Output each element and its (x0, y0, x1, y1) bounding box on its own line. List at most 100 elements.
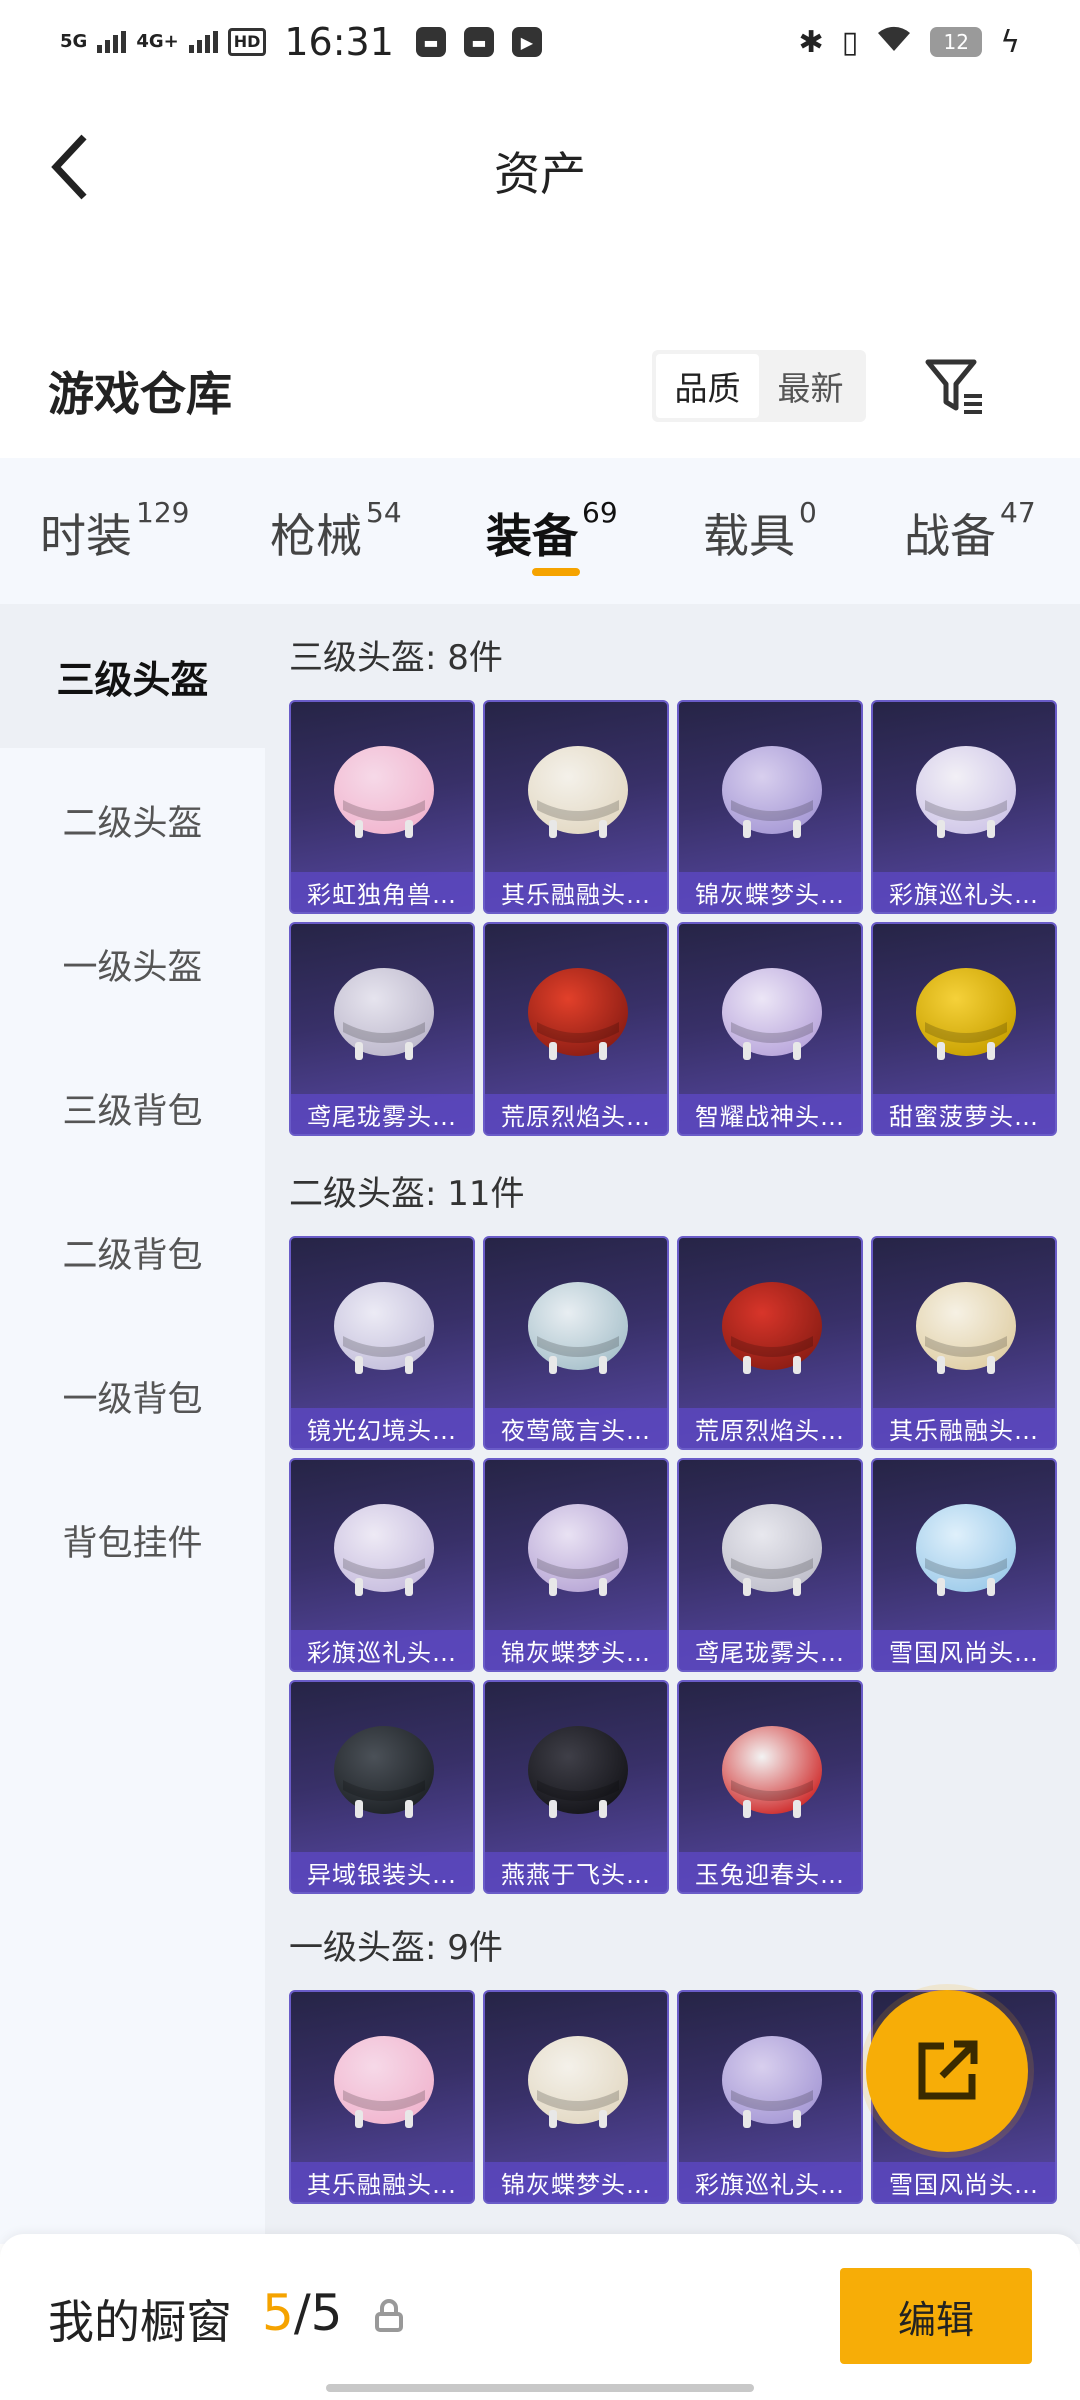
group-title-level3: 三级头盔: 8件 (289, 638, 503, 678)
item-label: 鸢尾珑雾头… (679, 1630, 861, 1670)
helmet-icon (321, 1260, 447, 1386)
helmet-icon (709, 2014, 835, 2140)
home-indicator (326, 2384, 754, 2392)
helmet-icon (903, 946, 1029, 1072)
status-right: ✱ ▯ 12 ϟ (799, 23, 1020, 61)
item-label: 彩旗巡礼头… (291, 1630, 473, 1670)
share-fab[interactable] (866, 1990, 1028, 2152)
side-item-level3-helmet[interactable]: 三级头盔 (0, 604, 265, 748)
helmet-icon (515, 946, 641, 1072)
showcase-current: 5 (262, 2284, 294, 2342)
item-label: 荒原烈焰头… (485, 1094, 667, 1134)
item-card[interactable]: 燕燕于飞头… (483, 1680, 669, 1894)
signal-icon-2 (188, 31, 218, 53)
helmet-icon (903, 1260, 1029, 1386)
showcase-total: /5 (293, 2284, 343, 2342)
helmet-icon (321, 724, 447, 850)
bluetooth-icon: ✱ (798, 24, 824, 60)
helmet-icon (321, 946, 447, 1072)
side-item-level3-backpack[interactable]: 三级背包 (0, 1036, 265, 1180)
vibrate-icon: ▯ (841, 24, 859, 60)
helmet-icon (515, 1260, 641, 1386)
helmet-icon (321, 1704, 447, 1830)
tab-supplies[interactable]: 战备 47 (904, 496, 1036, 566)
helmet-icon (515, 724, 641, 850)
edit-button[interactable]: 编辑 (840, 2268, 1032, 2364)
tab-label: 战备 (904, 509, 996, 563)
item-label: 其乐融融头… (291, 2162, 473, 2202)
tab-count: 54 (366, 496, 402, 529)
tab-count: 69 (582, 496, 618, 529)
item-card[interactable]: 雪国风尚头… (871, 1458, 1057, 1672)
status-bar: 5G 4G+ HD 16:31 ▬ ▬ ▶ ✱ ▯ 12 ϟ (0, 0, 1080, 84)
item-card[interactable]: 锦灰蝶梦头… (483, 1990, 669, 2204)
item-card[interactable]: 彩旗巡礼头… (289, 1458, 475, 1672)
item-label: 锦灰蝶梦头… (485, 1630, 667, 1670)
item-card[interactable]: 智耀战神头… (677, 922, 863, 1136)
tab-fashion[interactable]: 时装 129 (40, 496, 189, 566)
network-5g-label: 5G (60, 31, 88, 52)
item-card[interactable]: 异域银装头… (289, 1680, 475, 1894)
item-card[interactable]: 甜蜜菠萝头… (871, 922, 1057, 1136)
item-card[interactable]: 镜光幻境头… (289, 1236, 475, 1450)
item-card[interactable]: 锦灰蝶梦头… (483, 1458, 669, 1672)
item-card[interactable]: 其乐融融头… (871, 1236, 1057, 1450)
side-item-level1-backpack[interactable]: 一级背包 (0, 1324, 265, 1468)
item-label: 彩旗巡礼头… (679, 2162, 861, 2202)
item-card[interactable]: 荒原烈焰头… (483, 922, 669, 1136)
tab-count: 47 (1000, 496, 1036, 529)
lock-icon (375, 2299, 403, 2332)
tab-label: 装备 (486, 509, 578, 563)
tab-count: 129 (136, 496, 190, 529)
sort-newest-button[interactable]: 最新 (759, 354, 862, 418)
helmet-icon (709, 1482, 835, 1608)
side-item-level2-backpack[interactable]: 二级背包 (0, 1180, 265, 1324)
item-label: 镜光幻境头… (291, 1408, 473, 1448)
item-label: 雪国风尚头… (873, 1630, 1055, 1670)
item-card[interactable]: 其乐融融头… (289, 1990, 475, 2204)
notification-app-icon-2: ▬ (463, 27, 494, 57)
item-card[interactable]: 夜莺箴言头… (483, 1236, 669, 1450)
item-card[interactable]: 彩虹独角兽… (289, 700, 475, 914)
item-label: 锦灰蝶梦头… (679, 872, 861, 912)
item-label: 燕燕于飞头… (485, 1852, 667, 1892)
charging-icon: ϟ (1000, 24, 1020, 60)
item-card[interactable]: 其乐融融头… (483, 700, 669, 914)
side-item-level1-helmet[interactable]: 一级头盔 (0, 892, 265, 1036)
tab-weapons[interactable]: 枪械 54 (270, 496, 402, 566)
side-item-backpack-charm[interactable]: 背包挂件 (0, 1468, 265, 1612)
sort-quality-button[interactable]: 品质 (656, 354, 759, 418)
filter-button[interactable] (920, 352, 990, 422)
item-card[interactable]: 彩旗巡礼头… (677, 1990, 863, 2204)
item-card[interactable]: 玉兔迎春头… (677, 1680, 863, 1894)
item-card[interactable]: 锦灰蝶梦头… (677, 700, 863, 914)
helmet-icon (321, 2014, 447, 2140)
item-card[interactable]: 彩旗巡礼头… (871, 700, 1057, 914)
sort-toggle: 品质 最新 (652, 350, 866, 422)
item-label: 彩旗巡礼头… (873, 872, 1055, 912)
hd-icon: HD (227, 28, 267, 56)
side-item-level2-helmet[interactable]: 二级头盔 (0, 748, 265, 892)
status-left: 5G 4G+ HD 16:31 ▬ ▬ ▶ (60, 20, 542, 64)
item-card[interactable]: 荒原烈焰头… (677, 1236, 863, 1450)
tab-label: 枪械 (270, 509, 362, 563)
item-label: 夜莺箴言头… (485, 1408, 667, 1448)
item-label: 其乐融融头… (873, 1408, 1055, 1448)
helmet-icon (709, 1260, 835, 1386)
item-label: 锦灰蝶梦头… (485, 2162, 667, 2202)
group-title-level2: 二级头盔: 11件 (289, 1174, 525, 1214)
item-label: 彩虹独角兽… (291, 872, 473, 912)
group-title-level1: 一级头盔: 9件 (289, 1928, 503, 1968)
filter-icon (925, 359, 982, 414)
tab-vehicles[interactable]: 载具 0 (703, 496, 817, 566)
warehouse-title: 游戏仓库 (48, 367, 232, 421)
tab-equipment[interactable]: 装备 69 (486, 496, 618, 566)
clock: 16:31 (284, 20, 394, 64)
item-card[interactable]: 鸢尾珑雾头… (289, 922, 475, 1136)
item-card[interactable]: 鸢尾珑雾头… (677, 1458, 863, 1672)
helmet-icon (903, 724, 1029, 850)
helmet-icon (321, 1482, 447, 1608)
signal-icon (97, 31, 127, 53)
showcase-label: 我的橱窗 (48, 2295, 232, 2349)
helmet-icon (709, 1704, 835, 1830)
